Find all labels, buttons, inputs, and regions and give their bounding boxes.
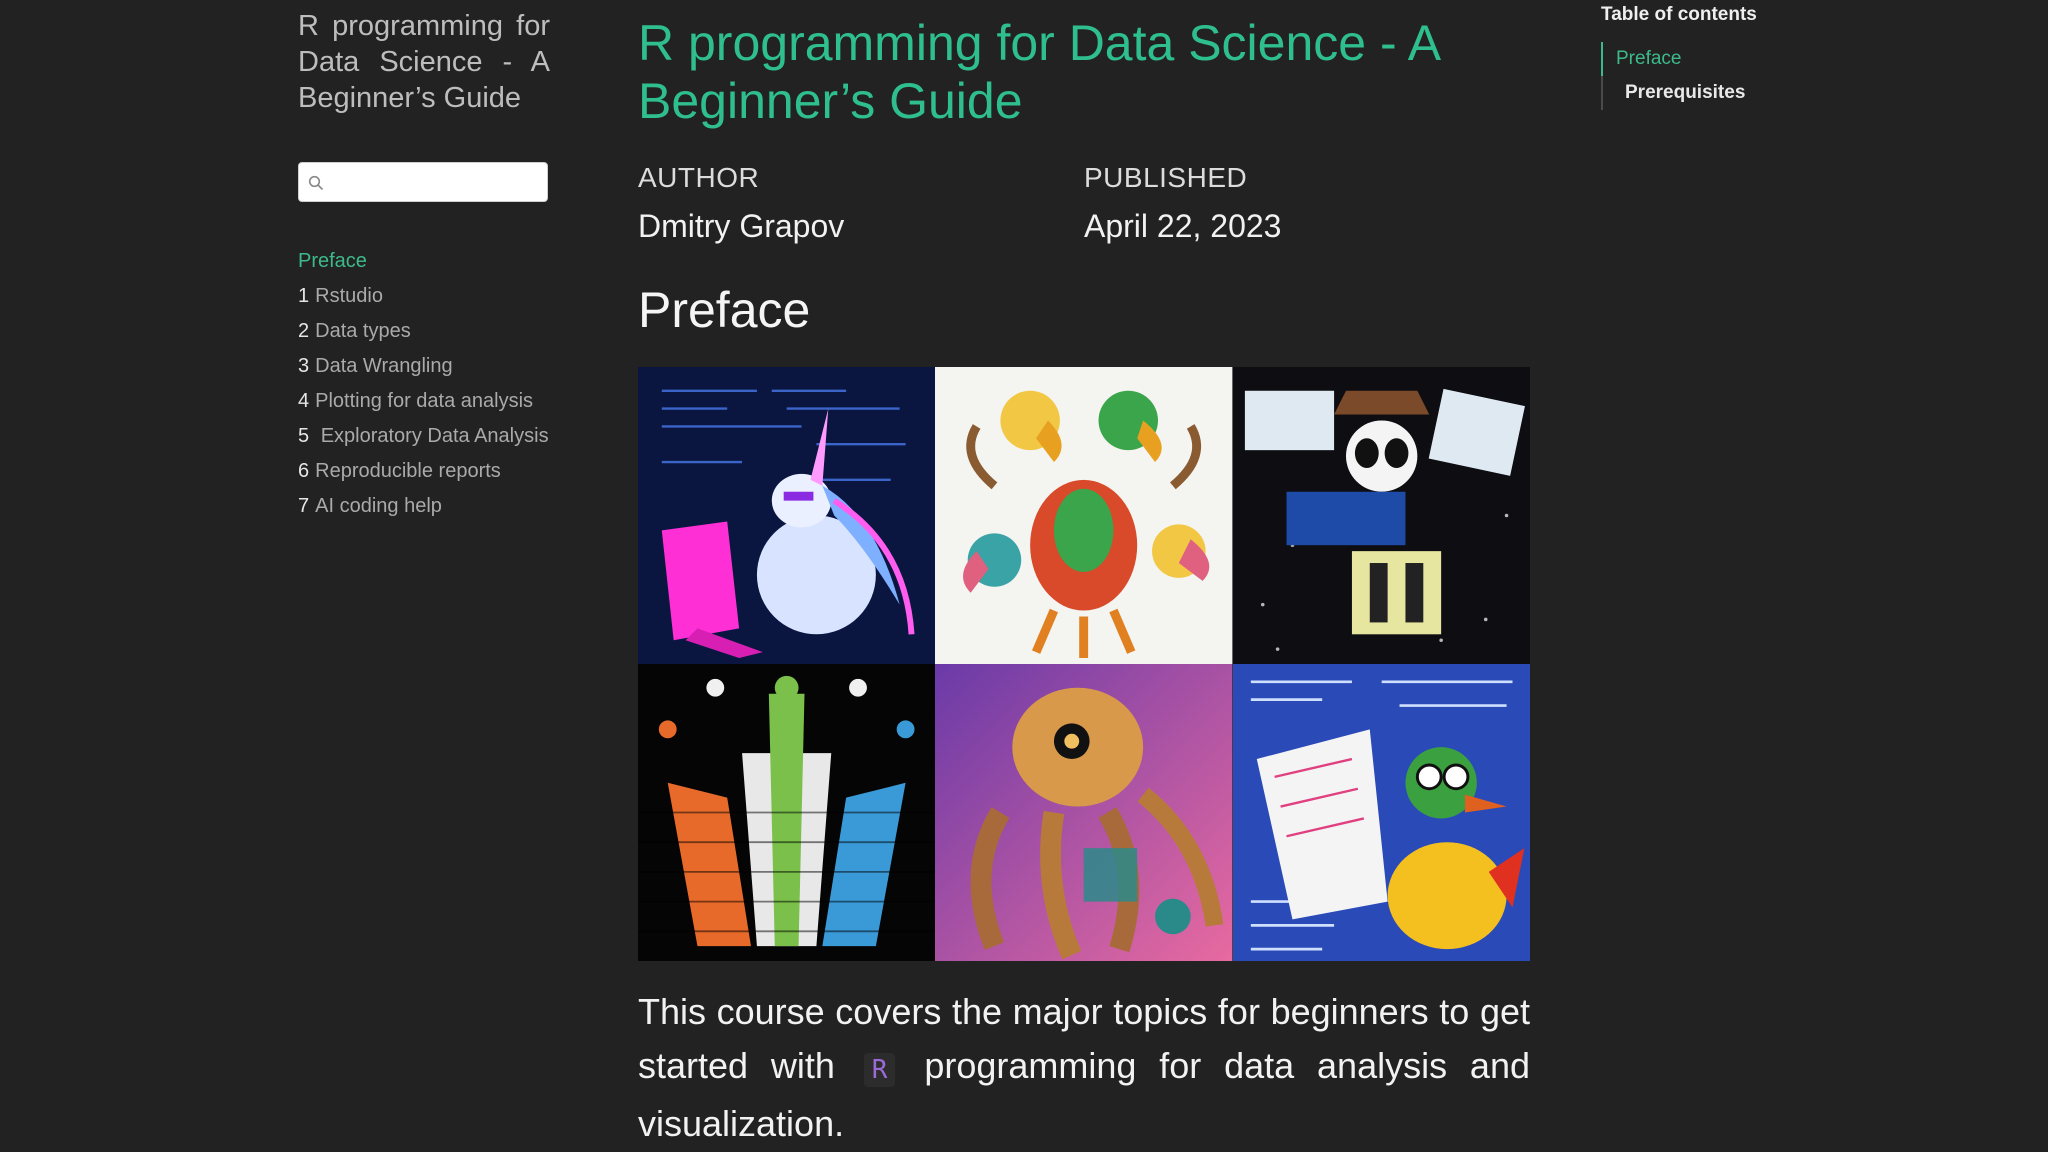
book-title-link[interactable]: R programming for Data Science - A Begin… xyxy=(298,8,550,116)
page: R programming for Data Science - A Begin… xyxy=(0,0,2048,1152)
sidebar-item-eda[interactable]: 5 Exploratory Data Analysis xyxy=(298,421,550,451)
chapter-number: 7 xyxy=(298,495,310,517)
sidebar-item-label: Rstudio xyxy=(315,285,383,307)
published-label: PUBLISHED xyxy=(1084,162,1248,193)
sidebar-item-label: Data Wrangling xyxy=(315,355,453,377)
toc-title: Table of contents xyxy=(1601,4,1757,25)
sidebar-item-data-wrangling[interactable]: 3 Data Wrangling xyxy=(298,351,550,381)
sidebar-item-plotting[interactable]: 4 Plotting for data analysis xyxy=(298,386,550,416)
search-icon xyxy=(308,175,324,191)
sidebar-item-label: Data types xyxy=(315,320,411,342)
cover-image-mosaic xyxy=(638,367,1530,961)
section-title: Preface xyxy=(638,282,811,338)
inline-code-r: R xyxy=(863,1053,896,1087)
sidebar-item-label: Preface xyxy=(298,250,367,272)
sidebar-item-label: Plotting for data analysis xyxy=(315,390,534,412)
toc-list: Preface Prerequisites xyxy=(1601,42,1841,110)
chapter-number: 6 xyxy=(298,460,310,482)
sidebar-item-label: Exploratory Data Analysis xyxy=(320,425,549,447)
published-block: PUBLISHED April 22, 2023 xyxy=(1084,162,1530,245)
unicorn-coding-image xyxy=(638,367,936,664)
toc-item-preface[interactable]: Preface xyxy=(1601,42,1841,76)
sidebar-item-preface[interactable]: Preface xyxy=(298,246,550,276)
author-name: Dmitry Grapov xyxy=(638,208,845,244)
sidebar-item-data-types[interactable]: 2 Data types xyxy=(298,316,550,346)
sidebar-nav: Preface 1 Rstudio 2 Data types 3 Data Wrang… xyxy=(298,246,550,521)
title-meta: AUTHOR Dmitry Grapov PUBLISHED April 22,… xyxy=(638,162,1530,245)
sidebar-item-label: AI coding help xyxy=(315,495,442,517)
sidebar: R programming for Data Science - A Begin… xyxy=(298,8,550,526)
chapter-number: 1 xyxy=(298,285,310,307)
author-block: AUTHOR Dmitry Grapov xyxy=(638,162,1084,245)
main-content: R programming for Data Science - A Begin… xyxy=(638,14,1530,1151)
preface-body: This course covers the major topics for … xyxy=(638,985,1530,1151)
table-of-contents: Table of contents Preface Prerequisites xyxy=(1601,4,1841,110)
octopus-robot-image xyxy=(935,664,1233,961)
page-title: R programming for Data Science - A Begin… xyxy=(638,15,1439,129)
chapter-number: 5 xyxy=(298,425,310,447)
chapter-number: 4 xyxy=(298,390,310,412)
author-label: AUTHOR xyxy=(638,162,760,193)
multi-headed-bird-image xyxy=(935,367,1233,664)
search-box[interactable] xyxy=(298,162,548,203)
panda-with-documents-image xyxy=(1232,367,1530,664)
sidebar-item-ai-coding-help[interactable]: 7 AI coding help xyxy=(298,491,550,521)
duck-with-paper-image xyxy=(1232,664,1530,961)
chapter-number: 3 xyxy=(298,355,310,377)
sidebar-item-rstudio[interactable]: 1 Rstudio xyxy=(298,281,550,311)
toc-item-prerequisites[interactable]: Prerequisites xyxy=(1603,76,1841,110)
sidebar-item-reproducible-reports[interactable]: 6 Reproducible reports xyxy=(298,456,550,486)
sidebar-item-label: Reproducible reports xyxy=(315,460,501,482)
published-date: April 22, 2023 xyxy=(1084,208,1282,244)
search-input[interactable] xyxy=(329,163,543,203)
mosaic-hydra-image xyxy=(638,664,936,961)
chapter-number: 2 xyxy=(298,320,310,342)
